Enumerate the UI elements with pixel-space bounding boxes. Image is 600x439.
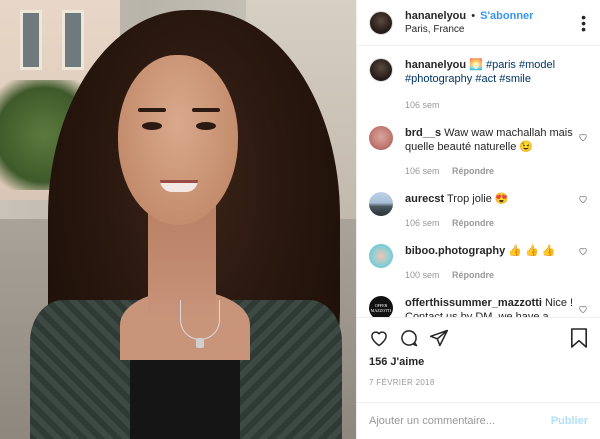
photo-eye-right	[196, 122, 216, 130]
comment-icon[interactable]	[399, 328, 419, 348]
instagram-post: hananelyou • S'abonner Paris, France • • •…	[0, 0, 600, 439]
hashtag-link[interactable]: #act	[475, 73, 496, 85]
comment-text: Trop jolie 😍	[447, 193, 509, 205]
username-link[interactable]: hananelyou	[405, 10, 466, 22]
post-header: hananelyou • S'abonner Paris, France • • •	[357, 0, 600, 46]
separator-dot: •	[471, 9, 476, 22]
list-item: brd__s Waw waw machallah mais quelle bea…	[369, 112, 588, 178]
hashtag-link[interactable]: #paris	[486, 59, 516, 71]
avatar[interactable]	[369, 126, 393, 150]
likes-count[interactable]: 156 J'aime	[369, 356, 588, 368]
post-actions: 156 J'aime 7 FÉVRIER 2018	[357, 317, 600, 402]
avatar[interactable]	[369, 192, 393, 216]
timestamp[interactable]: 106 sem	[405, 100, 440, 110]
photo-smile	[160, 180, 198, 192]
photo-brow-left	[138, 108, 166, 112]
hashtag-link[interactable]: #smile	[499, 73, 531, 85]
list-item: aurecst Trop jolie 😍 106 sem Répondre	[369, 178, 588, 230]
follow-button[interactable]: S'abonner	[480, 10, 533, 22]
comment-username[interactable]: offerthissummer_mazzotti	[405, 297, 542, 309]
reply-button[interactable]: Répondre	[452, 166, 494, 176]
comments-list[interactable]: hananelyou 🌅 #paris #model #photography …	[357, 46, 600, 317]
avatar-logo-text: OFFER MAZZOTTI	[370, 303, 392, 313]
timestamp[interactable]: 106 sem	[405, 166, 440, 176]
reply-button[interactable]: Répondre	[452, 218, 494, 228]
post-photo[interactable]	[0, 0, 356, 439]
photo-face	[118, 55, 238, 225]
hashtag-link[interactable]: #photography	[405, 73, 472, 85]
caption: hananelyou 🌅 #paris #model #photography …	[369, 46, 588, 112]
heart-icon[interactable]	[369, 328, 389, 348]
comment-username[interactable]: aurecst	[405, 193, 444, 205]
caption-emoji: 🌅	[469, 59, 483, 71]
photo-eye-left	[142, 122, 162, 130]
reply-button[interactable]: Répondre	[452, 270, 494, 280]
photo-necklace	[180, 300, 220, 340]
like-comment-icon[interactable]	[578, 246, 588, 256]
list-item: biboo.photography 👍 👍 👍 100 sem Répondre	[369, 230, 588, 282]
avatar[interactable]	[369, 10, 393, 35]
comment-username[interactable]: brd__s	[405, 127, 441, 139]
timestamp[interactable]: 100 sem	[405, 270, 440, 280]
post-date[interactable]: 7 FÉVRIER 2018	[369, 378, 588, 387]
post-side-panel: hananelyou • S'abonner Paris, France • • •…	[356, 0, 600, 439]
comment-input[interactable]	[369, 415, 539, 427]
photo-top	[130, 360, 240, 439]
action-icons	[369, 326, 588, 350]
avatar[interactable]	[369, 244, 393, 268]
avatar[interactable]	[369, 58, 393, 82]
hashtag-link[interactable]: #model	[519, 59, 555, 71]
list-item: OFFER MAZZOTTI offerthissummer_mazzotti …	[369, 282, 588, 317]
location-link[interactable]: Paris, France	[405, 23, 533, 37]
bookmark-icon[interactable]	[570, 328, 588, 348]
like-comment-icon[interactable]	[578, 132, 588, 142]
avatar[interactable]: OFFER MAZZOTTI	[369, 296, 393, 317]
add-comment-bar: Publier	[357, 402, 600, 439]
photo-pendant	[196, 338, 204, 348]
like-comment-icon[interactable]	[578, 194, 588, 204]
like-comment-icon[interactable]	[578, 304, 588, 314]
share-icon[interactable]	[429, 328, 449, 348]
photo-brow-right	[192, 108, 220, 112]
timestamp[interactable]: 106 sem	[405, 218, 440, 228]
comment-text: 👍 👍 👍	[508, 245, 556, 257]
more-options-icon[interactable]: • • •	[581, 10, 586, 36]
publish-button[interactable]: Publier	[551, 415, 588, 427]
comment-username[interactable]: biboo.photography	[405, 245, 505, 257]
caption-username[interactable]: hananelyou	[405, 59, 466, 71]
post-header-text: hananelyou • S'abonner Paris, France	[405, 9, 533, 37]
